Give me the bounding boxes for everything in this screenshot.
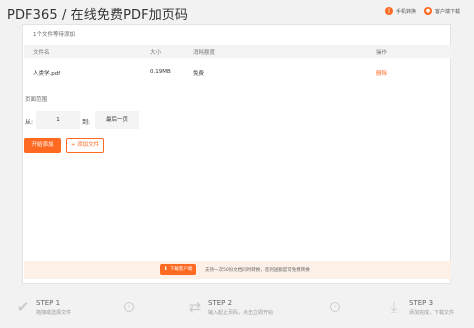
col-action: 操作: [376, 50, 388, 56]
mobile-convert-label: 手机转换: [396, 8, 417, 15]
col-filename: 文件名: [33, 50, 50, 56]
add-file-button[interactable]: + 添加文件: [66, 138, 104, 153]
start-button[interactable]: 开始添加: [24, 138, 61, 153]
notice-text: 支持一次50份文档同时转换，签到送额度可免费转换: [205, 268, 310, 273]
chevron-right-icon: ›: [124, 302, 134, 312]
page-title: PDF365 / 在线免费PDF加页码: [7, 8, 189, 23]
download-icon: ⬇: [163, 266, 168, 272]
upload-check-icon: ✔: [16, 298, 30, 316]
header: PDF365 / 在线免费PDF加页码 ▯ 手机转换 ● 客户端下载: [0, 0, 474, 24]
step-3-desc: 添加完成，下载文件: [409, 310, 455, 316]
step-1-name: STEP 1: [36, 299, 61, 307]
from-label: 从:: [25, 119, 34, 126]
step-3-name: STEP 3: [409, 299, 434, 307]
step-2-name: STEP 2: [208, 299, 233, 307]
files-count: 1个文件等待添加: [33, 32, 75, 38]
client-download-label: 客户端下载: [435, 8, 461, 15]
chevron-right-icon: ›: [330, 302, 340, 312]
from-page-input[interactable]: 1: [36, 111, 80, 129]
phone-icon: ▯: [385, 7, 393, 15]
page-range-label: 页面范围: [25, 97, 48, 103]
col-size: 大小: [150, 50, 162, 56]
mobile-convert-link[interactable]: ▯ 手机转换: [385, 7, 416, 15]
user-icon: ●: [424, 7, 432, 15]
notice-bar: ⬇ 下载客户端 支持一次50份文档同时转换，签到送额度可免费转换: [24, 261, 451, 279]
table-header: 文件名 大小 消耗额度 操作: [24, 45, 451, 58]
delete-button[interactable]: 删除: [376, 69, 387, 77]
file-cost: 免费: [193, 71, 205, 77]
download-icon: ⤓: [390, 298, 398, 316]
client-download-link[interactable]: ● 客户端下载: [424, 7, 460, 15]
col-cost: 消耗额度: [193, 50, 216, 56]
to-label: 到:: [82, 119, 91, 126]
convert-arrows-icon: ⇄: [188, 298, 202, 316]
file-size: 0.19MB: [150, 69, 171, 75]
file-name: 人类学.pdf: [33, 71, 61, 77]
step-2-desc: 输入起止页码，点击立即开始: [208, 310, 274, 316]
to-page-input[interactable]: 最后一页: [95, 111, 139, 129]
step-1-desc: 拖拽或选择文件: [36, 310, 72, 316]
steps-bar: ✔ STEP 1 拖拽或选择文件 › ⇄ STEP 2 输入起止页码，点击立即开…: [0, 289, 474, 328]
download-client-label: 下载客户端: [169, 267, 193, 272]
download-client-button[interactable]: ⬇ 下载客户端: [160, 264, 196, 275]
table-row: 人类学.pdf 0.19MB 免费 删除: [24, 66, 451, 78]
upload-panel: 1个文件等待添加 文件名 大小 消耗额度 操作 人类学.pdf 0.19MB 免…: [22, 24, 451, 284]
